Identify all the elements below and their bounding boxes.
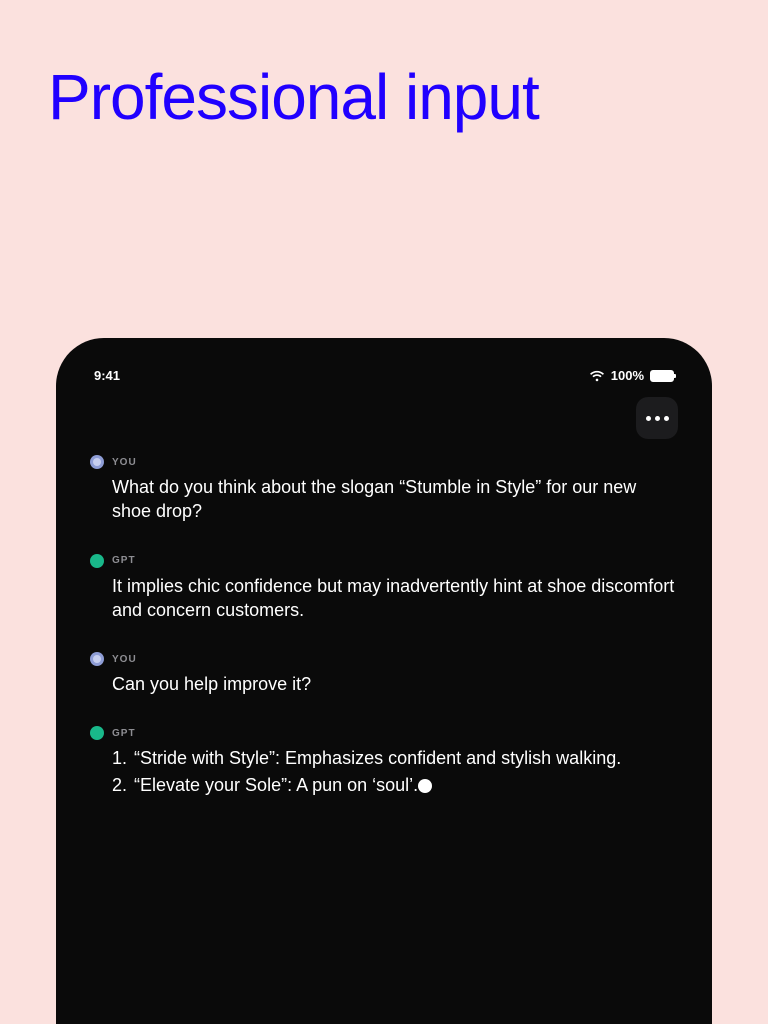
user-avatar-icon: [90, 652, 104, 666]
message-text: What do you think about the slogan “Stum…: [112, 475, 678, 524]
status-bar: 9:41 100%: [90, 368, 678, 383]
more-icon: [646, 416, 651, 421]
message-text: Can you help improve it?: [112, 672, 678, 696]
chat-thread: YOU What do you think about the slogan “…: [90, 455, 678, 797]
speaker-label: YOU: [112, 457, 137, 468]
wifi-icon: [589, 370, 605, 382]
status-right: 100%: [589, 368, 674, 383]
message-text: “Stride with Style”: Emphasizes confiden…: [112, 746, 678, 797]
battery-percent: 100%: [611, 368, 644, 383]
speaker-label: YOU: [112, 654, 137, 665]
device-frame: 9:41 100% YOU What do you think about th…: [56, 338, 712, 1024]
message-text: It implies chic confidence but may inadv…: [112, 574, 678, 623]
more-button[interactable]: [636, 397, 678, 439]
message-gpt-2: GPT “Stride with Style”: Emphasizes conf…: [90, 726, 678, 797]
user-avatar-icon: [90, 455, 104, 469]
message-user-2: YOU Can you help improve it?: [90, 652, 678, 696]
speaker-label: GPT: [112, 728, 136, 739]
typing-cursor-icon: [418, 779, 432, 793]
message-user-1: YOU What do you think about the slogan “…: [90, 455, 678, 524]
gpt-avatar-icon: [90, 554, 104, 568]
battery-icon: [650, 370, 674, 382]
message-gpt-1: GPT It implies chic confidence but may i…: [90, 554, 678, 623]
page-headline: Professional input: [48, 64, 539, 131]
suggestion-item: “Elevate your Sole”: A pun on ‘soul’.: [112, 773, 678, 797]
status-time: 9:41: [94, 368, 120, 383]
speaker-label: GPT: [112, 555, 136, 566]
gpt-avatar-icon: [90, 726, 104, 740]
suggestion-item: “Stride with Style”: Emphasizes confiden…: [112, 746, 678, 770]
